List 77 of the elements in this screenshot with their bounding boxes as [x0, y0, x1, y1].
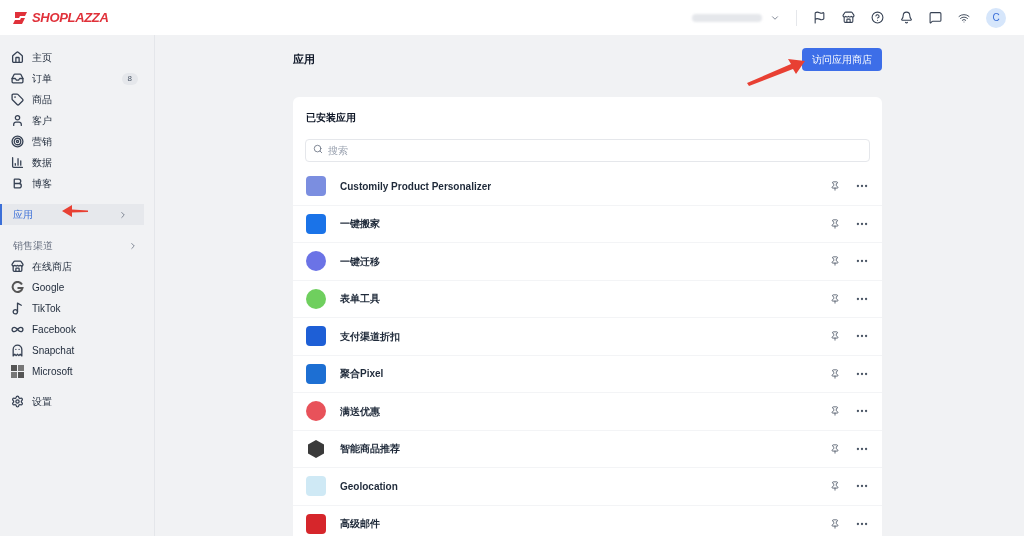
app-name: 表单工具 [340, 292, 380, 307]
nav-item[interactable]: 博客 [0, 173, 154, 194]
avatar[interactable]: C [986, 7, 1006, 28]
target-icon [11, 135, 24, 148]
annotation-arrow [747, 56, 805, 86]
pin-icon[interactable] [830, 518, 840, 529]
nav-item[interactable]: 商品 [0, 89, 154, 110]
help-icon[interactable] [871, 11, 884, 24]
pin-icon[interactable] [830, 443, 840, 454]
section-heading: 销售渠道 [13, 239, 53, 253]
page-title: 应用 [293, 52, 315, 68]
pin-icon[interactable] [830, 218, 840, 229]
app-name: 满送优惠 [340, 404, 380, 419]
app-name: Customily Product Personalizer [340, 179, 492, 194]
flag-icon[interactable] [813, 11, 826, 24]
windows-grid-icon [11, 365, 24, 378]
letter-b-icon [11, 177, 24, 190]
search-field[interactable]: 搜索 [305, 139, 870, 162]
app-row[interactable]: 一键迁移 [293, 243, 882, 281]
app-row[interactable]: 支付渠道折扣 [293, 318, 882, 356]
nav-item[interactable]: 订单 8 [0, 68, 154, 89]
music-note-icon [11, 302, 24, 315]
pin-icon[interactable] [830, 406, 840, 417]
blurred-store-name [692, 13, 762, 22]
app-row[interactable]: 聚合Pixel [293, 355, 882, 393]
store-icon[interactable] [842, 11, 855, 24]
nav-item[interactable]: 应用 [0, 204, 144, 225]
visit-app-store-button[interactable]: 访问应用商店 [802, 48, 882, 71]
nav-item[interactable]: 营销 [0, 131, 154, 152]
ghost-icon [11, 344, 24, 357]
bar-chart-icon [11, 156, 24, 169]
home-icon [11, 51, 24, 64]
bell-icon[interactable] [900, 11, 913, 24]
pin-icon[interactable] [830, 293, 840, 304]
inbox-icon [11, 72, 24, 85]
g-logo-icon [11, 281, 24, 294]
app-row[interactable]: 表单工具 [293, 280, 882, 318]
message-icon[interactable] [929, 11, 942, 24]
nav-item[interactable]: 数据 [0, 152, 154, 173]
channel-item[interactable]: TikTok [0, 298, 154, 319]
search-icon [313, 143, 323, 154]
app-row[interactable]: Geolocation [293, 468, 882, 506]
wifi-icon[interactable] [958, 11, 970, 24]
app-name: 高级邮件 [340, 517, 380, 532]
app-name: 智能商品推荐 [340, 442, 400, 457]
tag-icon [11, 93, 24, 106]
channel-item[interactable]: Microsoft [0, 361, 154, 382]
annotation-arrow [62, 204, 88, 218]
store-icon [11, 260, 24, 273]
count-badge: 8 [121, 72, 138, 85]
card-heading: 已安装应用 [305, 111, 357, 125]
app-row[interactable]: Customily Product Personalizer [293, 168, 882, 206]
pin-icon[interactable] [830, 481, 840, 492]
app-name: Geolocation [340, 479, 398, 494]
settings-icon [11, 395, 24, 408]
app-row[interactable]: 智能商品推荐 [293, 430, 882, 468]
user-icon [11, 114, 24, 127]
app-row[interactable]: 满送优惠 [293, 393, 882, 431]
app-row[interactable]: 高级邮件 [293, 505, 882, 536]
channel-item[interactable]: Facebook [0, 319, 154, 340]
nav-item[interactable]: 主页 [0, 47, 154, 68]
app-name: 一键迁移 [340, 254, 380, 269]
app-name: 支付渠道折扣 [340, 329, 400, 344]
app-name: 聚合Pixel [340, 367, 384, 382]
logo-text: SHOPLAZZA [32, 8, 109, 27]
pin-icon[interactable] [830, 181, 840, 192]
pin-icon[interactable] [830, 368, 840, 379]
settings-item[interactable]: 设置 [0, 391, 154, 412]
channel-item[interactable]: 在线商店 [0, 256, 154, 277]
logo-mark-icon [12, 10, 28, 25]
channel-item[interactable]: Snapchat [0, 340, 154, 361]
channel-item[interactable]: Google [0, 277, 154, 298]
app-row[interactable]: 一键搬家 [293, 205, 882, 243]
app-name: 一键搬家 [340, 217, 380, 232]
pin-icon[interactable] [830, 331, 840, 342]
nav-item[interactable]: 客户 [0, 110, 154, 131]
pin-icon[interactable] [830, 256, 840, 267]
